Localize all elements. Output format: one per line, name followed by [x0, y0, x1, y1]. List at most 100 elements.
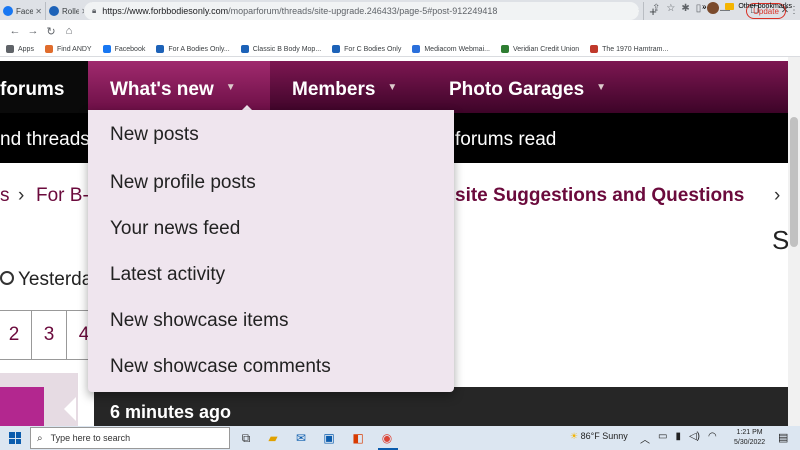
address-bar[interactable]: 🔒︎ https://www.forbbodiesonly.com/moparf…: [84, 2, 639, 20]
weather-desc: Sunny: [602, 431, 628, 441]
clock-time: 1:21 PM: [736, 429, 763, 436]
lock-icon: 🔒︎: [92, 6, 97, 15]
notification-icon[interactable]: ▤: [778, 431, 788, 444]
page-number-button[interactable]: 3: [31, 310, 67, 360]
bookmark-item[interactable]: Classic B Body Mop...: [240, 45, 322, 53]
pagination: 234: [0, 310, 102, 360]
tab-favicon-icon: [49, 6, 59, 16]
site-nav-bar: forums What's new ▼ Members ▼ Photo Garage…: [0, 61, 800, 114]
clock-icon: [0, 270, 14, 285]
weather-temp: 86°F: [580, 431, 600, 441]
dropdown-item[interactable]: Your news feed: [110, 218, 240, 240]
nav-whats-new[interactable]: What's new ▼: [110, 79, 236, 101]
post-timestamp[interactable]: 6 minutes ago: [110, 402, 231, 423]
weather-widget[interactable]: ☀ 86°F Sunny: [570, 431, 628, 442]
side-panel-icon[interactable]: ▯: [696, 3, 702, 14]
bookmark-star-icon[interactable]: ☆: [666, 3, 675, 14]
dropdown-item[interactable]: New profile posts: [110, 172, 256, 194]
nav-whats-new-label: What's new: [110, 79, 214, 100]
task-view-icon[interactable]: ⧉: [238, 430, 254, 446]
bookmark-label: Apps: [18, 45, 34, 53]
bookmark-item[interactable]: Veridian Credit Union: [500, 45, 580, 53]
chevron-up-icon[interactable]: ︿: [640, 431, 650, 446]
profile-avatar[interactable]: [707, 2, 720, 14]
share-icon[interactable]: ⇪: [652, 3, 660, 14]
bookmark-item[interactable]: Mediacom Webmai...: [412, 45, 490, 53]
bookmark-item[interactable]: The 1970 Hamtram...: [590, 45, 668, 53]
bookmark-favicon-icon: [44, 45, 53, 53]
tab-title: Facebo: [16, 6, 33, 16]
dropdown-item[interactable]: New showcase comments: [110, 356, 331, 378]
post-arrow: [64, 397, 76, 421]
bookmark-label: For A Bodies Only...: [168, 45, 230, 53]
dropdown-item[interactable]: New showcase items: [110, 310, 288, 332]
bookmark-favicon-icon: [102, 45, 111, 53]
clock-date: 5/30/2022: [734, 439, 766, 446]
office-icon[interactable]: ◧: [350, 430, 366, 446]
tab-close-icon[interactable]: ✕: [35, 7, 42, 16]
bookmark-item[interactable]: Facebook: [102, 45, 146, 53]
forward-arrow-icon[interactable]: →: [24, 22, 42, 40]
nav-forums[interactable]: forums: [0, 79, 64, 101]
bookmark-favicon-icon: [412, 45, 421, 53]
subnav-forums-read-link[interactable]: forums read: [455, 129, 556, 151]
nav-photo-garages[interactable]: Photo Garages ▼: [449, 79, 606, 101]
page-number-button[interactable]: 2: [0, 310, 32, 360]
date-text: Yesterda: [18, 269, 93, 290]
bookmark-label: The 1970 Hamtram...: [602, 45, 669, 53]
wifi-icon[interactable]: ◠: [708, 431, 717, 446]
bookmark-item[interactable]: Apps: [6, 45, 34, 53]
nav-members[interactable]: Members ▼: [292, 79, 397, 101]
windows-start-icon[interactable]: [9, 432, 21, 444]
avatar[interactable]: [0, 387, 44, 426]
bookmark-favicon-icon: [240, 45, 249, 53]
other-bookmarks[interactable]: Other bookmarks: [725, 3, 792, 10]
bookmark-label: Mediacom Webmai...: [424, 45, 490, 53]
extensions-icon[interactable]: ✱: [681, 3, 689, 14]
search-placeholder: Type here to search: [50, 433, 131, 443]
chevron-down-icon[interactable]: ▼: [596, 82, 606, 93]
file-explorer-icon[interactable]: ▰: [265, 430, 281, 446]
bookmarks-overflow-icon[interactable]: »: [702, 2, 706, 11]
bookmark-favicon-icon: [156, 45, 165, 53]
taskbar-search-input[interactable]: ⌕ Type here to search: [30, 427, 230, 449]
bookmark-item[interactable]: For A Bodies Only...: [156, 45, 230, 53]
system-clock[interactable]: 1:21 PM 5/30/2022: [734, 428, 765, 448]
breadcrumb-item[interactable]: s: [0, 185, 10, 207]
battery-icon[interactable]: ▮: [675, 431, 681, 446]
dropdown-item[interactable]: Latest activity: [110, 264, 225, 286]
subnav-threads-link[interactable]: nd threads: [0, 129, 90, 151]
scroll-thumb[interactable]: [790, 117, 798, 247]
page-scrollbar[interactable]: [788, 57, 800, 426]
search-icon: ⌕: [37, 432, 43, 444]
reload-icon[interactable]: ↻: [42, 22, 60, 40]
chevron-down-icon[interactable]: ▼: [387, 82, 397, 93]
bookmark-item[interactable]: For C Bodies Only: [332, 45, 401, 53]
chevron-down-icon[interactable]: ▼: [226, 82, 236, 93]
mail-icon[interactable]: ✉: [293, 430, 309, 446]
bookmark-label: Facebook: [114, 45, 146, 53]
page-title-fragment: S: [772, 225, 790, 255]
system-tray: ︿ ▭ ▮ ◁) ◠: [640, 431, 717, 446]
whats-new-dropdown: New posts New profile posts Your news feed…: [88, 110, 454, 392]
breadcrumb-current[interactable]: site Suggestions and Questions: [455, 185, 744, 207]
thread-start-date: Yesterda: [0, 269, 92, 291]
folder-icon: [725, 3, 735, 10]
chrome-icon[interactable]: ◉: [379, 430, 395, 446]
bookmark-label: For C Bodies Only: [344, 45, 402, 53]
bookmark-item[interactable]: Find ANDY: [44, 45, 92, 53]
tab-favicon-icon: [3, 6, 13, 16]
bookmark-label: Classic B Body Mop...: [252, 45, 322, 53]
back-arrow-icon[interactable]: ←: [6, 22, 24, 40]
browser-toolbar: ← → ↻ ⌂: [0, 20, 800, 42]
volume-icon[interactable]: ◁): [689, 431, 700, 446]
bookmark-label: Veridian Credit Union: [512, 45, 580, 53]
breadcrumb-item[interactable]: For B-: [36, 185, 89, 207]
bookmark-favicon-icon: [500, 45, 509, 53]
home-icon[interactable]: ⌂: [60, 22, 78, 40]
browser-tab[interactable]: Facebo✕: [0, 2, 46, 20]
bookmark-label: Find ANDY: [56, 45, 92, 53]
network-icon[interactable]: ▭: [658, 431, 667, 446]
store-icon[interactable]: ▣: [321, 430, 337, 446]
dropdown-item[interactable]: New posts: [110, 124, 199, 146]
